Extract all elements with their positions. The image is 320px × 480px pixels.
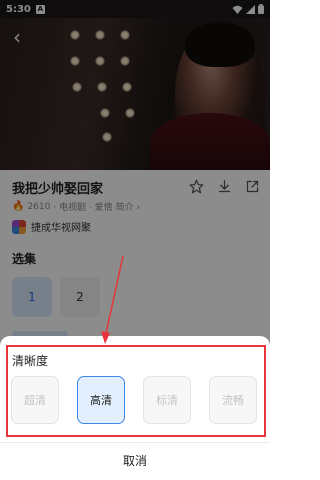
quality-sheet: 清晰度 超清 高清 标清 流畅 取消: [0, 336, 270, 480]
quality-sheet-title: 清晰度: [12, 354, 49, 368]
quality-option-ultra[interactable]: 超清: [11, 376, 59, 424]
quality-option-smooth[interactable]: 流畅: [209, 376, 257, 424]
cancel-button[interactable]: 取消: [0, 448, 270, 474]
quality-option-high[interactable]: 高清: [77, 376, 125, 424]
quality-options: 超清 高清 标清 流畅: [11, 376, 257, 424]
quality-option-standard[interactable]: 标清: [143, 376, 191, 424]
divider: [0, 442, 270, 443]
